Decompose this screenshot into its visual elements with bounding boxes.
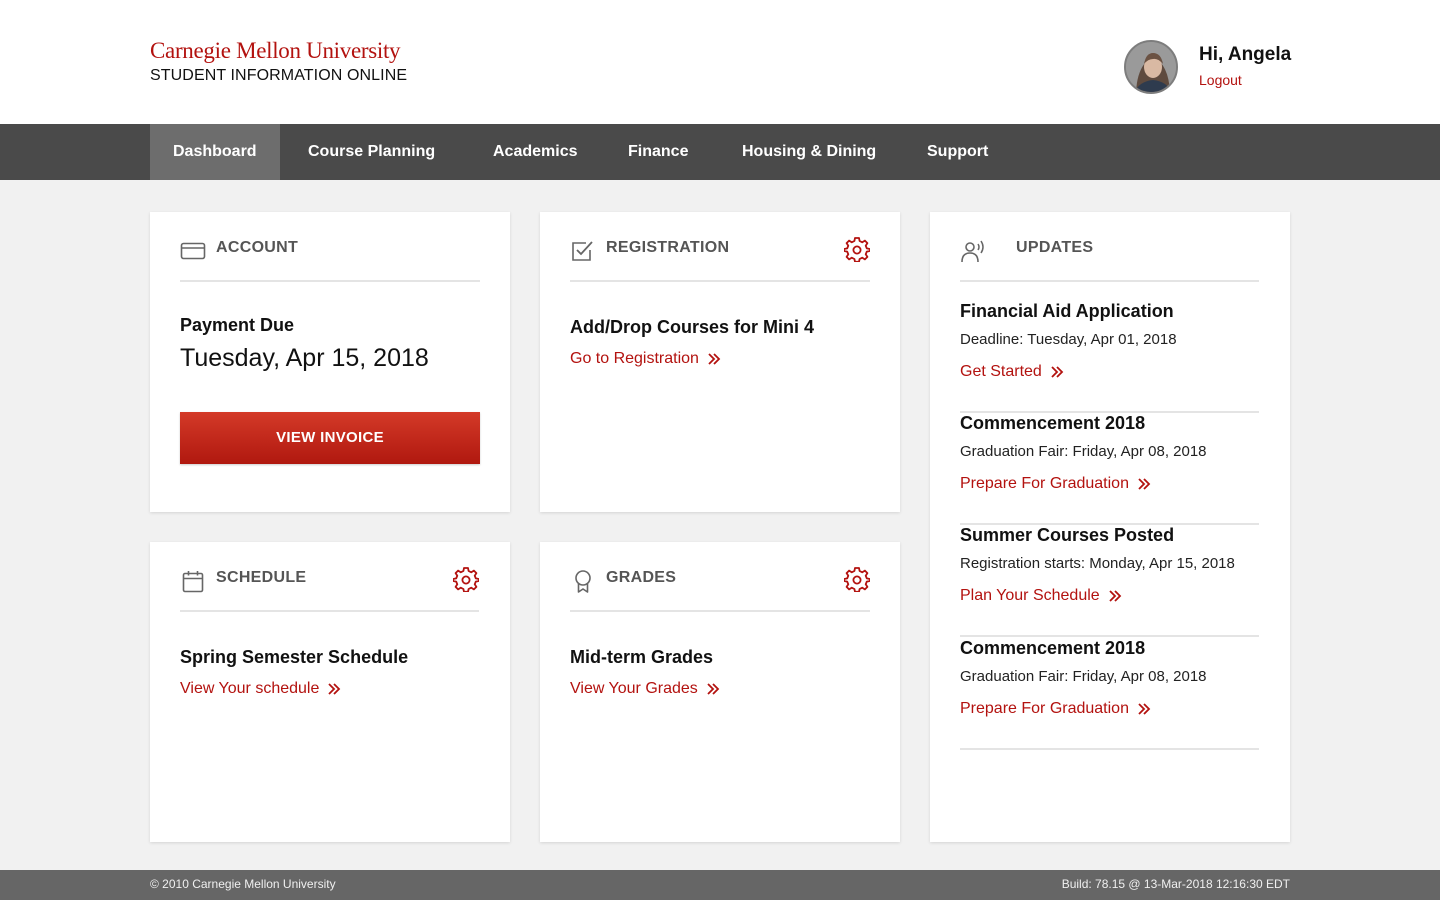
view-invoice-button[interactable]: VIEW INVOICE	[180, 412, 480, 464]
update-item: Commencement 2018 Graduation Fair: Frida…	[960, 413, 1259, 525]
schedule-card: SCHEDULE Spring Semester Schedule View Y…	[150, 542, 510, 842]
gear-icon[interactable]	[844, 236, 870, 262]
link-label: View Your schedule	[180, 680, 320, 697]
nav-item-housing-dining[interactable]: Housing & Dining	[742, 124, 876, 180]
update-subtitle: Graduation Fair: Friday, Apr 08, 2018	[960, 443, 1207, 460]
card-header: REGISTRATION	[570, 234, 870, 282]
link-label: Prepare For Graduation	[960, 700, 1129, 717]
registration-card: REGISTRATION Add/Drop Courses for Mini 4…	[540, 212, 900, 512]
build-info: Build: 78.15 @ 13-Mar-2018 12:16:30 EDT	[1061, 877, 1290, 891]
university-logo-text: Carnegie Mellon University	[150, 38, 401, 63]
prepare-for-graduation-link[interactable]: Prepare For Graduation	[960, 475, 1151, 493]
card-header: GRADES	[570, 564, 870, 612]
double-chevron-right-icon	[328, 683, 341, 695]
award-ribbon-icon	[575, 570, 591, 593]
update-item: Summer Courses Posted Registration start…	[960, 525, 1259, 637]
prepare-for-graduation-link[interactable]: Prepare For Graduation	[960, 700, 1151, 718]
footer: © 2010 Carnegie Mellon University Build:…	[0, 870, 1440, 900]
account-card: ACCOUNT Payment Due Tuesday, Apr 15, 201…	[150, 212, 510, 512]
calendar-icon	[182, 571, 204, 593]
nav-item-finance[interactable]: Finance	[628, 124, 688, 180]
nav-item-dashboard[interactable]: Dashboard	[150, 124, 280, 180]
card-header: SCHEDULE	[180, 564, 479, 612]
link-label: Go to Registration	[570, 350, 699, 367]
grades-card: GRADES Mid-term Grades View Your Grades	[540, 542, 900, 842]
nav-item-support[interactable]: Support	[927, 124, 988, 180]
get-started-link[interactable]: Get Started	[960, 363, 1064, 381]
view-schedule-link[interactable]: View Your schedule	[180, 680, 341, 698]
update-title: Summer Courses Posted	[960, 525, 1175, 545]
update-title: Commencement 2018	[960, 413, 1146, 433]
updates-card: UPDATES Financial Aid Application Deadli…	[930, 212, 1290, 842]
schedule-item-title: Spring Semester Schedule	[180, 647, 409, 667]
gear-icon[interactable]	[844, 566, 870, 592]
user-avatar-photo	[1126, 42, 1176, 92]
link-label: View Your Grades	[570, 680, 698, 697]
update-subtitle: Registration starts: Monday, Apr 15, 201…	[960, 555, 1235, 572]
credit-card-icon	[180, 242, 206, 260]
link-label: Prepare For Graduation	[960, 475, 1129, 492]
go-to-registration-link[interactable]: Go to Registration	[570, 350, 721, 368]
double-chevron-right-icon	[1138, 703, 1151, 715]
announcement-icon	[961, 240, 984, 263]
update-item: Commencement 2018 Graduation Fair: Frida…	[960, 638, 1259, 750]
link-label: Plan Your Schedule	[960, 587, 1100, 604]
payment-due-date: Tuesday, Apr 15, 2018	[180, 344, 429, 372]
payment-due-label: Payment Due	[180, 315, 295, 335]
card-title: ACCOUNT	[216, 239, 299, 256]
gear-icon[interactable]	[453, 566, 479, 592]
update-item: Financial Aid Application Deadline: Tues…	[960, 301, 1259, 413]
avatar[interactable]	[1124, 40, 1178, 94]
update-subtitle: Deadline: Tuesday, Apr 01, 2018	[960, 331, 1177, 348]
nav-item-course-planning[interactable]: Course Planning	[308, 124, 435, 180]
card-title: REGISTRATION	[606, 239, 730, 256]
double-chevron-right-icon	[708, 353, 721, 365]
user-panel: Hi, Angela Logout	[1124, 40, 1304, 96]
view-grades-link[interactable]: View Your Grades	[570, 680, 720, 698]
grades-item-title: Mid-term Grades	[570, 647, 714, 667]
double-chevron-right-icon	[707, 683, 720, 695]
double-chevron-right-icon	[1138, 478, 1151, 490]
logout-link[interactable]: Logout	[1199, 72, 1242, 88]
header: Carnegie Mellon University STUDENT INFOR…	[0, 0, 1440, 124]
update-title: Commencement 2018	[960, 638, 1146, 658]
card-title: SCHEDULE	[216, 569, 307, 586]
update-title: Financial Aid Application	[960, 301, 1174, 321]
card-title: GRADES	[606, 569, 677, 586]
brand[interactable]: Carnegie Mellon University STUDENT INFOR…	[150, 38, 407, 85]
card-title: UPDATES	[1016, 239, 1094, 256]
main-nav: Dashboard Course Planning Academics Fina…	[0, 124, 1440, 180]
plan-your-schedule-link[interactable]: Plan Your Schedule	[960, 587, 1122, 605]
registration-item-title: Add/Drop Courses for Mini 4	[570, 317, 815, 337]
card-header: UPDATES	[960, 234, 1259, 282]
link-label: Get Started	[960, 363, 1042, 380]
user-greeting: Hi, Angela	[1199, 44, 1292, 65]
nav-item-academics[interactable]: Academics	[493, 124, 578, 180]
double-chevron-right-icon	[1109, 590, 1121, 602]
checkbox-icon	[572, 241, 593, 261]
app-subtitle: STUDENT INFORMATION ONLINE	[150, 67, 408, 84]
update-subtitle: Graduation Fair: Friday, Apr 08, 2018	[960, 668, 1207, 685]
double-chevron-right-icon	[1051, 366, 1064, 378]
card-header: ACCOUNT	[180, 234, 480, 282]
copyright-text: © 2010 Carnegie Mellon University	[150, 877, 336, 891]
